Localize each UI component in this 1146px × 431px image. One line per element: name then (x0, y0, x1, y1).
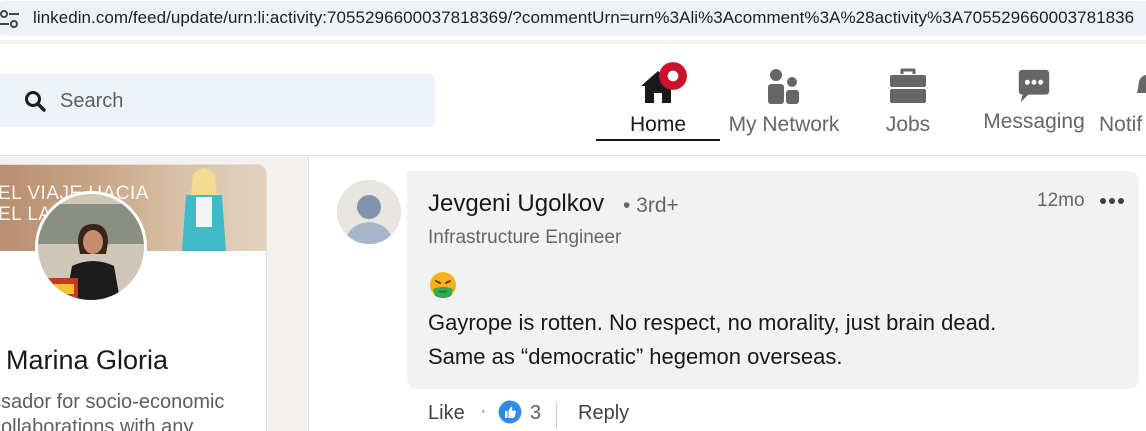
action-separator: · (480, 400, 487, 422)
profile-name[interactable]: Marina Gloria (6, 345, 168, 376)
profile-headline: ssador for socio-economic collaborations… (0, 390, 266, 431)
search-input[interactable] (60, 86, 400, 116)
more-options-icon[interactable] (1099, 193, 1125, 209)
profile-card[interactable]: EL VIAJE HACIA EL LADO D Marina Gloria s… (0, 164, 267, 431)
url-field-container[interactable]: linkedin.com/feed/update/urn:li:activity… (0, 1, 1146, 35)
commenter-avatar[interactable] (337, 180, 401, 244)
messaging-icon (1018, 69, 1050, 103)
nauseated-face-emoji-icon (430, 272, 456, 298)
nav-home[interactable]: Home (596, 62, 720, 141)
comment-text-line-2: Same as “democratic” hegemon overseas. (428, 344, 843, 369)
comment-text: Gayrope is rotten. No respect, no morali… (428, 306, 1108, 374)
nav-notifications[interactable]: Notif (1095, 64, 1146, 141)
reply-button[interactable]: Reply (578, 402, 629, 425)
profile-avatar[interactable] (35, 191, 147, 303)
nav-my-network-label: My Network (728, 113, 840, 136)
linkedin-header: Home My Network Jobs Messaging N (0, 44, 1146, 156)
reaction-count[interactable]: 3 (530, 402, 541, 425)
action-divider (556, 402, 557, 428)
author-headline: Infrastructure Engineer (428, 227, 622, 248)
nav-jobs-label: Jobs (885, 113, 931, 136)
comment-text-line-1: Gayrope is rotten. No respect, no morali… (428, 310, 997, 335)
my-network-icon (768, 69, 799, 104)
default-person-icon (337, 180, 401, 244)
banner-person-image (182, 168, 226, 251)
nav-notifications-label: Notif (1099, 113, 1143, 136)
like-reaction-icon[interactable] (498, 400, 522, 424)
bell-icon (1137, 75, 1146, 93)
notification-badge-icon (659, 62, 687, 90)
nav-messaging-label: Messaging (983, 110, 1085, 133)
url-text[interactable]: linkedin.com/feed/update/urn:li:activity… (33, 8, 1134, 28)
nav-messaging[interactable]: Messaging (975, 64, 1093, 141)
browser-address-bar: linkedin.com/feed/update/urn:li:activity… (0, 0, 1146, 40)
like-button[interactable]: Like (428, 402, 465, 425)
briefcase-icon (890, 68, 926, 103)
nav-my-network[interactable]: My Network (722, 64, 846, 141)
profile-photo (38, 194, 144, 300)
comment-author-name[interactable]: Jevgeni Ugolkov (428, 190, 604, 218)
search-box[interactable] (0, 74, 435, 127)
nav-jobs[interactable]: Jobs (848, 64, 968, 141)
comment-timestamp: 12mo (1037, 190, 1085, 211)
profile-headline-text: ssador for socio-economic collaborations… (0, 391, 225, 431)
search-icon (25, 91, 46, 112)
site-settings-icon[interactable] (0, 9, 20, 29)
connection-degree: • 3rd+ (623, 194, 679, 217)
comment-bubble: Jevgeni Ugolkov • 3rd+ Infrastructure En… (407, 171, 1139, 389)
comment-feed-panel: Jevgeni Ugolkov • 3rd+ Infrastructure En… (308, 156, 1146, 431)
nav-home-label: Home (629, 113, 687, 136)
